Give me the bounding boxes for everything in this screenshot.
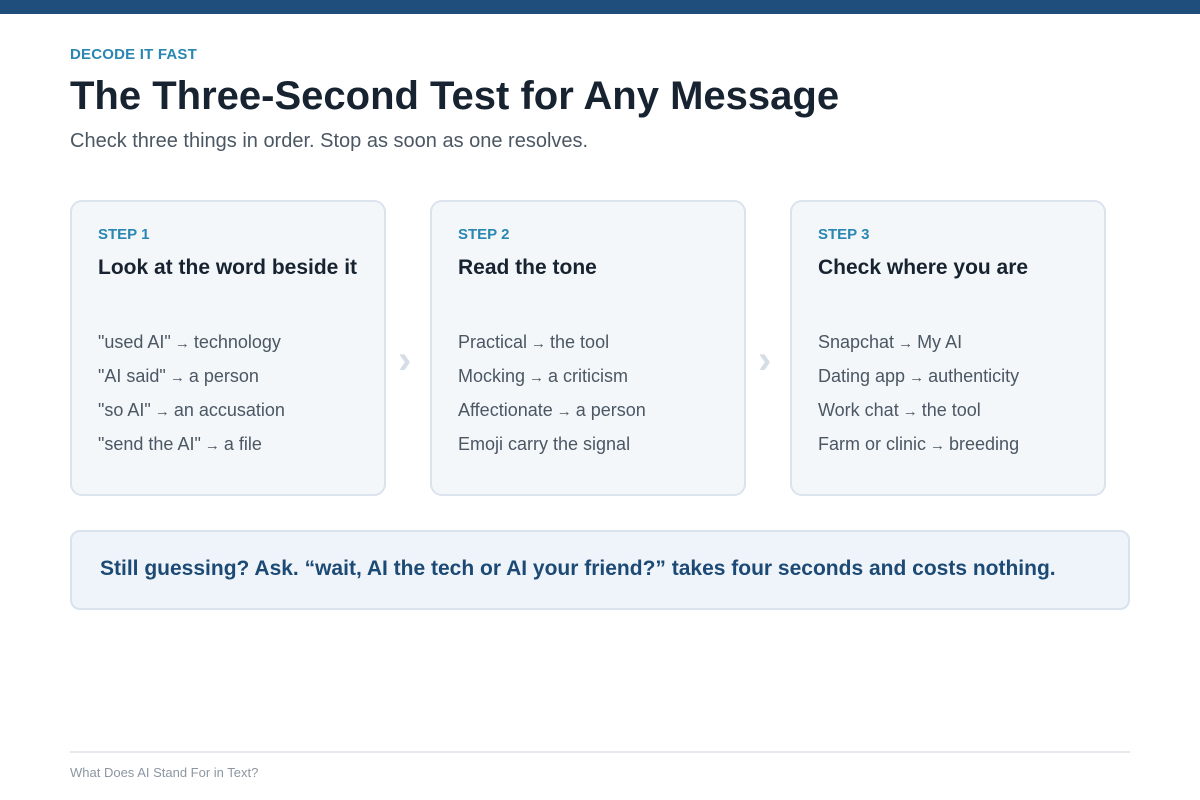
arrow-icon: → (909, 369, 925, 386)
step-card-1: STEP 1 Look at the word beside it "used … (70, 200, 386, 496)
list-item: "so AI" → an accusation (98, 396, 285, 430)
item-cue: Mocking (458, 366, 526, 386)
step-heading: Check where you are (818, 256, 1029, 279)
item-cue: "send the AI" (98, 434, 201, 454)
step-items-list: Snapchat → My AI Dating app → authenticity W… (818, 328, 1019, 464)
step-card-3: STEP 3 Check where you are Snapchat → My A… (790, 200, 1106, 496)
item-meaning: a criticism (548, 366, 629, 386)
callout-text: Still guessing? Ask. “wait, AI the tech … (100, 557, 1056, 580)
list-item: Affectionate → a person (458, 396, 646, 430)
step-label: STEP 1 (98, 226, 150, 243)
item-cue: Practical (458, 332, 528, 352)
item-meaning: the tool (921, 400, 981, 420)
item-cue: Affectionate (458, 400, 553, 420)
arrow-icon: → (174, 335, 190, 352)
top-accent-bar (0, 0, 1200, 14)
step-heading: Read the tone (458, 256, 597, 279)
item-cue: Work chat (818, 400, 899, 420)
footer-title: What Does AI Stand For in Text? (70, 765, 259, 780)
list-item: Emoji carry the signal (458, 430, 646, 464)
list-item: "used AI" → technology (98, 328, 285, 362)
eyebrow-label: DECODE IT FAST (70, 46, 197, 63)
page-title: The Three-Second Test for Any Message (70, 74, 840, 118)
step-items-list: Practical → the tool Mocking → a criticism A… (458, 328, 646, 464)
item-meaning: a file (223, 434, 262, 454)
list-item: Snapchat → My AI (818, 328, 1019, 362)
item-meaning: My AI (917, 332, 963, 352)
item-meaning: a person (575, 400, 646, 420)
item-meaning: an accusation (173, 400, 285, 420)
item-meaning: a person (188, 366, 259, 386)
item-meaning: the tool (550, 332, 610, 352)
steps-row: STEP 1 Look at the word beside it "used … (70, 200, 1130, 500)
arrow-icon: → (531, 335, 547, 352)
arrow-icon: → (902, 403, 918, 420)
arrow-icon: → (154, 403, 170, 420)
arrow-icon: → (898, 335, 914, 352)
chevron-right-icon: › (758, 338, 772, 382)
arrow-icon: → (930, 437, 946, 454)
arrow-icon: → (556, 403, 572, 420)
list-item: Mocking → a criticism (458, 362, 646, 396)
chevron-right-icon: › (398, 338, 412, 382)
arrow-icon: → (169, 369, 185, 386)
item-cue: "used AI" (98, 332, 171, 352)
item-meaning: technology (193, 332, 281, 352)
list-item: Dating app → authenticity (818, 362, 1019, 396)
item-meaning: authenticity (928, 366, 1020, 386)
page-subtitle: Check three things in order. Stop as soo… (70, 130, 589, 152)
item-cue: Dating app (818, 366, 906, 386)
tip-callout: Still guessing? Ask. “wait, AI the tech … (70, 530, 1130, 610)
step-label: STEP 3 (818, 226, 870, 243)
step-label: STEP 2 (458, 226, 510, 243)
list-item: Practical → the tool (458, 328, 646, 362)
list-item: "AI said" → a person (98, 362, 285, 396)
list-item: Work chat → the tool (818, 396, 1019, 430)
step-items-list: "used AI" → technology "AI said" → a person … (98, 328, 285, 464)
item-cue: Farm or clinic (818, 434, 927, 454)
step-card-2: STEP 2 Read the tone Practical → the tool … (430, 200, 746, 496)
item-cue: Emoji carry the signal (458, 434, 631, 454)
list-item: Farm or clinic → breeding (818, 430, 1019, 464)
arrow-icon: → (529, 369, 545, 386)
item-cue: "so AI" (98, 400, 151, 420)
list-item: "send the AI" → a file (98, 430, 285, 464)
item-cue: Snapchat (818, 332, 895, 352)
item-meaning: breeding (949, 434, 1020, 454)
step-heading: Look at the word beside it (98, 256, 358, 279)
item-cue: "AI said" (98, 366, 166, 386)
arrow-icon: → (204, 437, 220, 454)
footer-divider (70, 751, 1130, 753)
